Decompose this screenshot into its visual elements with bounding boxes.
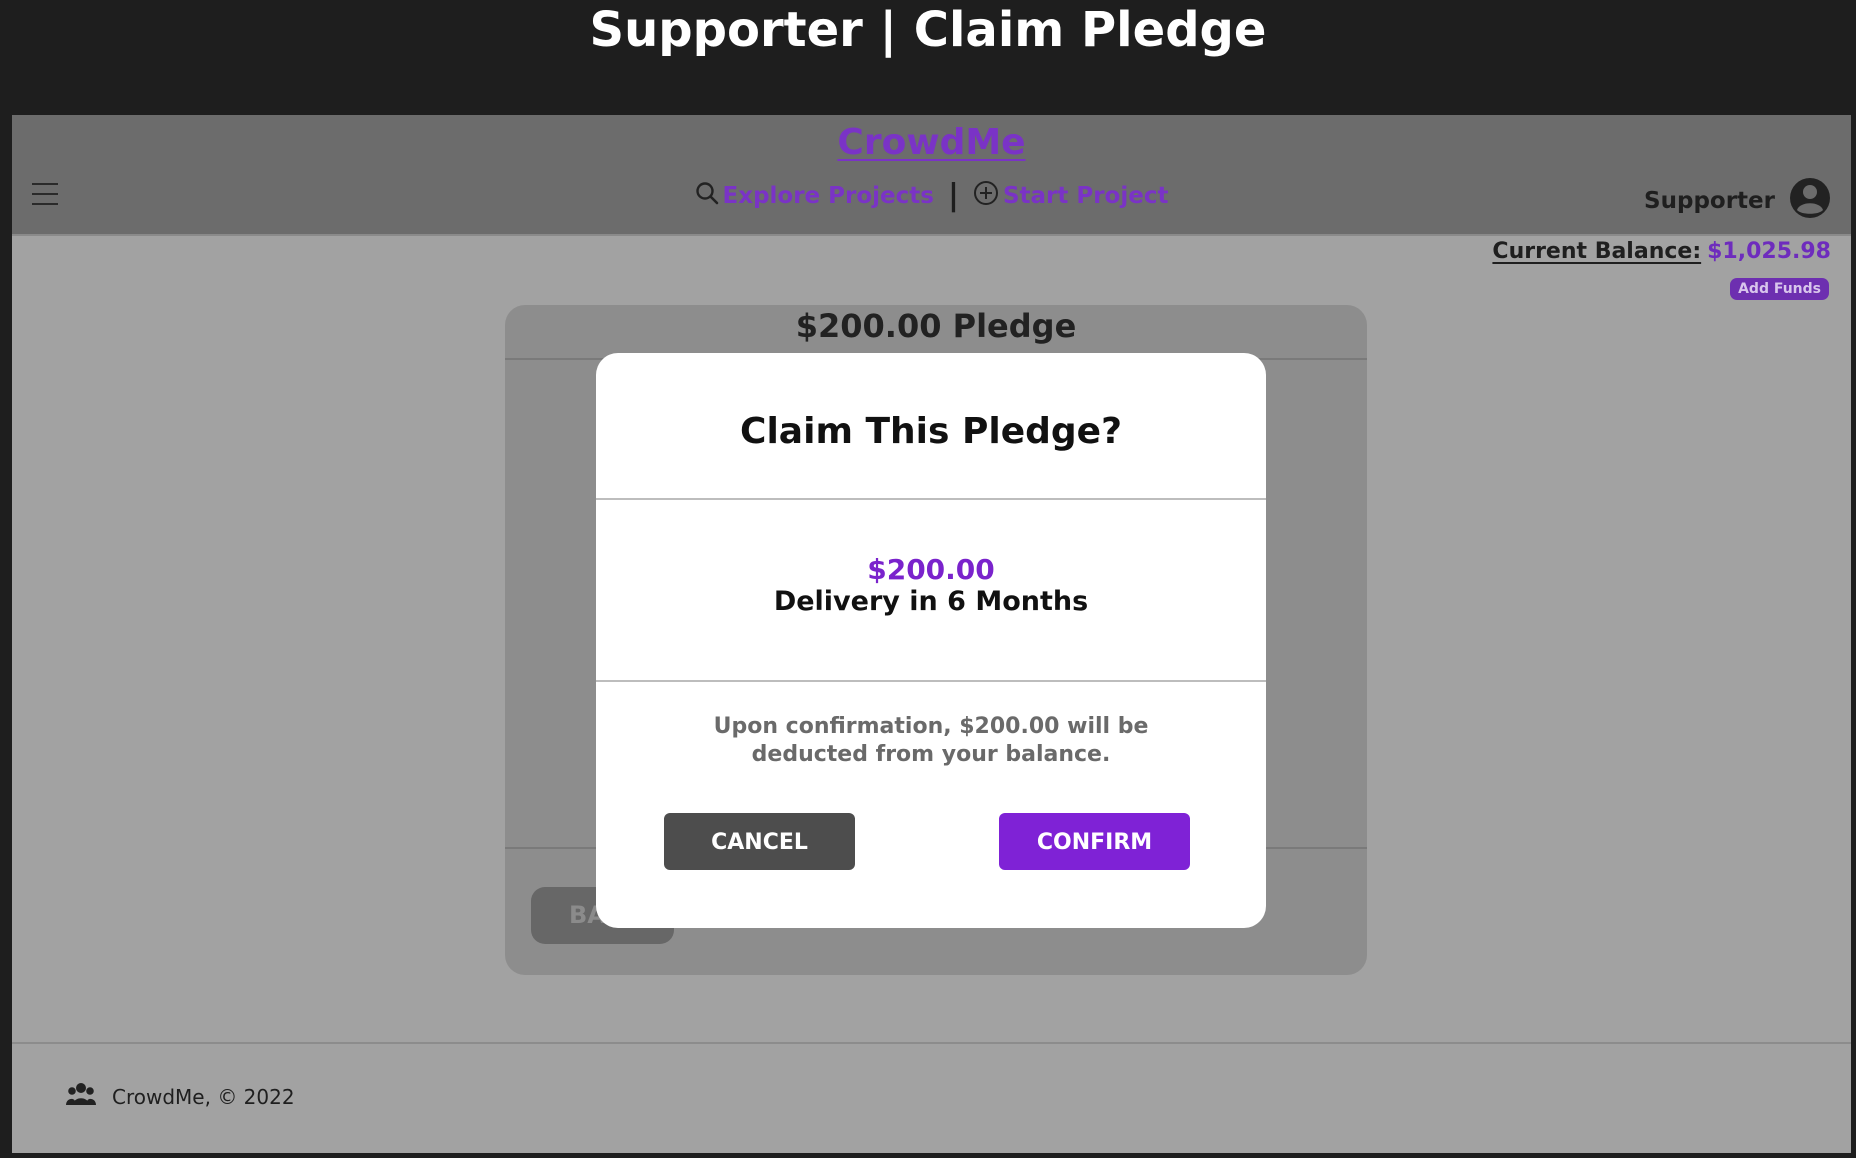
pledge-amount: $200.00 bbox=[867, 553, 995, 586]
balance-label[interactable]: Current Balance: bbox=[1492, 239, 1701, 264]
divider bbox=[596, 498, 1266, 500]
confirm-button[interactable]: CONFIRM bbox=[999, 813, 1190, 870]
users-icon bbox=[66, 1081, 96, 1112]
nav-links: Explore Projects | Start Project bbox=[12, 179, 1851, 213]
pledge-card-title: $200.00 Pledge bbox=[795, 307, 1077, 345]
nav-start-project[interactable]: Start Project bbox=[973, 180, 1169, 212]
footer: CrowdMe, © 2022 bbox=[66, 1081, 295, 1112]
page-title: Supporter | Claim Pledge bbox=[589, 2, 1267, 58]
pledge-delivery: Delivery in 6 Months bbox=[773, 586, 1089, 617]
navbar: CrowdMe Explore Projects | Start Project… bbox=[12, 115, 1851, 236]
user-role: Supporter bbox=[1644, 188, 1775, 214]
current-balance: Current Balance: $1,025.98 bbox=[1492, 239, 1831, 264]
add-funds-button[interactable]: Add Funds bbox=[1730, 278, 1829, 300]
user-avatar-icon[interactable] bbox=[1789, 177, 1831, 225]
nav-start-label[interactable]: Start Project bbox=[1003, 183, 1169, 209]
confirmation-note: Upon confirmation, $200.00 will be deduc… bbox=[713, 714, 1149, 767]
user-menu[interactable]: Supporter bbox=[1644, 177, 1831, 225]
footer-divider bbox=[12, 1042, 1851, 1044]
nav-explore-projects[interactable]: Explore Projects bbox=[695, 180, 934, 212]
modal-title: Claim This Pledge? bbox=[740, 411, 1122, 452]
brand-label[interactable]: CrowdMe bbox=[837, 122, 1025, 163]
balance-value: $1,025.98 bbox=[1707, 239, 1831, 264]
plus-circle-icon bbox=[973, 180, 999, 212]
divider bbox=[596, 680, 1266, 682]
cancel-button[interactable]: CANCEL bbox=[664, 813, 855, 870]
brand-logo[interactable]: CrowdMe bbox=[12, 122, 1851, 163]
search-icon bbox=[695, 180, 719, 212]
nav-separator: | bbox=[947, 178, 959, 213]
footer-copyright: CrowdMe, © 2022 bbox=[112, 1084, 295, 1109]
nav-explore-label[interactable]: Explore Projects bbox=[723, 183, 934, 209]
claim-pledge-modal: Claim This Pledge? $200.00 Delivery in 6… bbox=[596, 353, 1266, 928]
